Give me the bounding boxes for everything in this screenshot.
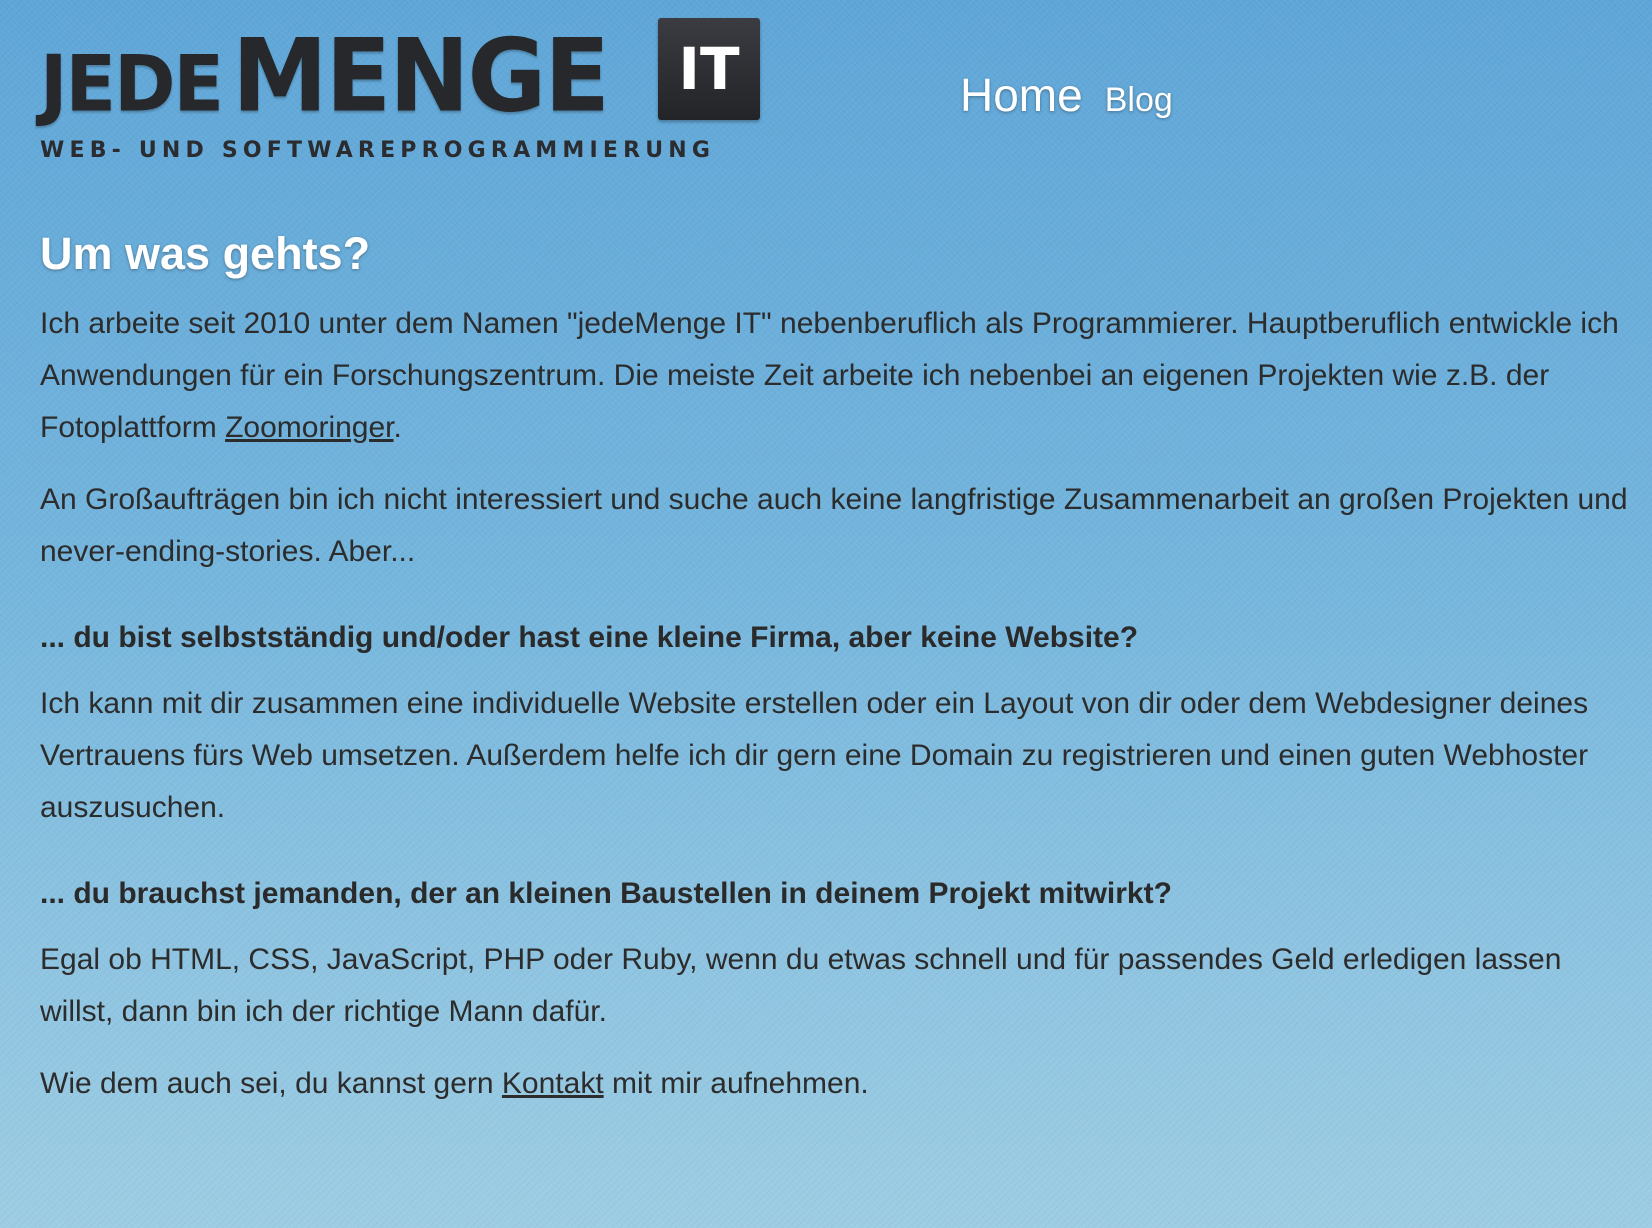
small-tasks-paragraph: Egal ob HTML, CSS, JavaScript, PHP oder … — [40, 943, 1562, 1028]
large-projects-paragraph: An Großaufträgen bin ich nicht interessi… — [40, 483, 1628, 568]
closing-paragraph: Wie dem auch sei, du kannst gern Kontakt… — [40, 1058, 1640, 1110]
contact-link[interactable]: Kontakt — [502, 1067, 604, 1100]
main-navigation: Home Blog — [960, 68, 1173, 122]
logo-it-badge: IT — [658, 18, 760, 120]
closing-text: Wie dem auch sei, du kannst gern — [40, 1067, 502, 1100]
nav-blog-link[interactable]: Blog — [1105, 81, 1173, 120]
closing-text-end: mit mir aufnehmen. — [603, 1067, 869, 1100]
logo-tagline: WEB- UND SOFTWAREPROGRAMMIERUNG — [40, 138, 716, 163]
nav-home-link[interactable]: Home — [960, 68, 1083, 122]
zoomoringer-link[interactable]: Zoomoringer — [225, 411, 393, 444]
site-logo[interactable]: JEDE MENGE IT WEB- UND SOFTWAREPROGRAMMI… — [40, 16, 760, 176]
main-content: Um was gehts? Ich arbeite seit 2010 unte… — [40, 228, 1640, 1130]
intro-text-end: . — [393, 411, 402, 444]
logo-word-jede: JEDE — [40, 38, 224, 130]
intro-paragraph: Ich arbeite seit 2010 unter dem Namen "j… — [40, 298, 1640, 454]
logo-wordmark: JEDE MENGE — [40, 11, 610, 135]
self-employed-heading: ... du bist selbstständig und/oder hast … — [40, 621, 1139, 654]
small-tasks-heading: ... du brauchst jemanden, der an kleinen… — [40, 877, 1172, 910]
logo-word-menge: MENGE — [232, 16, 610, 135]
self-employed-paragraph: Ich kann mit dir zusammen eine individue… — [40, 687, 1589, 824]
page-title: Um was gehts? — [40, 228, 371, 279]
